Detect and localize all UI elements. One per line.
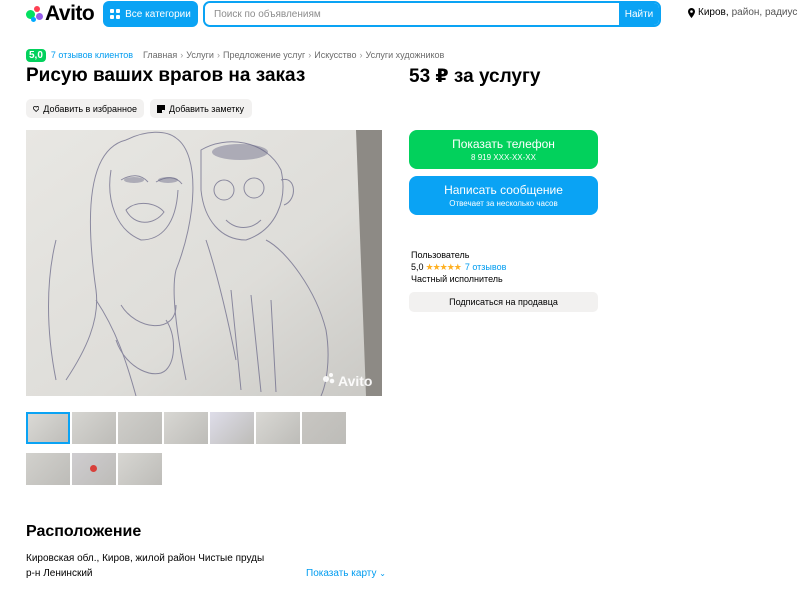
- address-line-2: р-н Ленинский: [26, 568, 93, 579]
- breadcrumb-separator-icon: ›: [180, 50, 184, 60]
- watermark-text: Avito: [338, 373, 372, 389]
- pencil-drawing-image: Avito: [26, 130, 382, 396]
- breadcrumb-separator-icon: ›: [216, 50, 220, 60]
- photo-thumbnail[interactable]: [210, 412, 254, 444]
- breadcrumb-services[interactable]: Услуги: [186, 50, 214, 60]
- breadcrumb-service-offers[interactable]: Предложение услуг: [223, 50, 305, 60]
- location-section-title: Расположение: [26, 523, 142, 540]
- breadcrumb-home[interactable]: Главная: [143, 50, 177, 60]
- star-rating-icon: ★★★★★: [425, 262, 462, 272]
- write-message-label: Написать сообщение: [444, 183, 563, 197]
- chevron-down-icon: ⌄: [379, 569, 386, 578]
- listing-price: 53 ₽ за услугу: [409, 66, 541, 87]
- add-note-label: Добавить заметку: [169, 103, 244, 114]
- add-to-favorites-button[interactable]: Добавить в избранное: [26, 99, 144, 118]
- write-message-button[interactable]: Написать сообщение Отвечает за несколько…: [409, 176, 598, 215]
- note-icon: [157, 104, 165, 113]
- breadcrumb-artist-services[interactable]: Услуги художников: [365, 50, 444, 60]
- avito-logo-dots-icon: [26, 5, 43, 23]
- rating-badge: 5,0: [26, 48, 46, 62]
- all-categories-label: Все категории: [125, 8, 191, 20]
- seller-type: Частный исполнитель: [411, 274, 503, 284]
- thumbnail-red-mark: [90, 465, 97, 472]
- photo-thumbnail[interactable]: [164, 412, 208, 444]
- seller-name[interactable]: Пользователь: [411, 249, 506, 261]
- photo-thumbnail[interactable]: [26, 453, 70, 485]
- listing-title: Рисую ваших врагов на заказ: [26, 65, 306, 86]
- breadcrumb-separator-icon: ›: [308, 50, 312, 60]
- seller-score: 5,0: [411, 262, 424, 272]
- seller-card: Пользователь 5,0 ★★★★★ 7 отзывов Частный и…: [411, 249, 506, 285]
- add-to-favorites-label: Добавить в избранное: [43, 103, 137, 114]
- address-line-1: Кировская обл., Киров, жилой район Чисты…: [26, 553, 265, 564]
- search-button[interactable]: Найти: [619, 3, 659, 25]
- heart-icon: [33, 105, 40, 112]
- breadcrumb: Главная › Услуги › Предложение услуг › Искусст…: [143, 50, 444, 60]
- photo-thumbnail[interactable]: [118, 412, 162, 444]
- show-map-label: Показать карту: [306, 568, 377, 579]
- seller-rating-row: 5,0 ★★★★★ 7 отзывов: [411, 261, 506, 273]
- show-phone-label: Показать телефон: [452, 137, 555, 151]
- photo-thumbnail[interactable]: [72, 412, 116, 444]
- seller-reviews-link[interactable]: 7 отзывов: [465, 262, 507, 272]
- add-note-button[interactable]: Добавить заметку: [150, 99, 252, 118]
- response-time-text: Отвечает за несколько часов: [449, 199, 558, 208]
- reviews-link[interactable]: 7 отзывов клиентов: [51, 50, 133, 60]
- photo-thumbnail[interactable]: [118, 453, 162, 485]
- phone-number-masked: 8 919 XXX-XX-XX: [471, 153, 536, 162]
- location-pin-icon: [688, 7, 695, 18]
- search-input[interactable]: Поиск по объявлениям: [205, 3, 619, 25]
- photo-thumbnail[interactable]: [26, 412, 70, 444]
- show-phone-button[interactable]: Показать телефон 8 919 XXX-XX-XX: [409, 130, 598, 169]
- photo-thumbnail[interactable]: [72, 453, 116, 485]
- location-radius: район, радиус: [731, 7, 798, 18]
- search-bar: Поиск по объявлениям Найти: [203, 1, 661, 27]
- subscribe-seller-button[interactable]: Подписаться на продавца: [409, 292, 598, 312]
- photo-thumbnail[interactable]: [302, 412, 346, 444]
- all-categories-button[interactable]: Все категории: [103, 1, 198, 27]
- photo-thumbnail[interactable]: [256, 412, 300, 444]
- categories-grid-icon: [110, 9, 121, 19]
- avito-logo[interactable]: Avito: [26, 2, 95, 25]
- breadcrumb-art[interactable]: Искусство: [314, 50, 356, 60]
- breadcrumb-separator-icon: ›: [359, 50, 363, 60]
- location-city: Киров,: [698, 7, 729, 18]
- logo-text: Avito: [45, 2, 95, 25]
- show-map-link[interactable]: Показать карту ⌄: [306, 568, 386, 579]
- location-selector[interactable]: Киров, район, радиус: [688, 7, 797, 18]
- rating-breadcrumb-row: 5,0 7 отзывов клиентов Главная › Услуги › Пр…: [26, 47, 444, 63]
- listing-main-photo[interactable]: Avito: [26, 130, 382, 396]
